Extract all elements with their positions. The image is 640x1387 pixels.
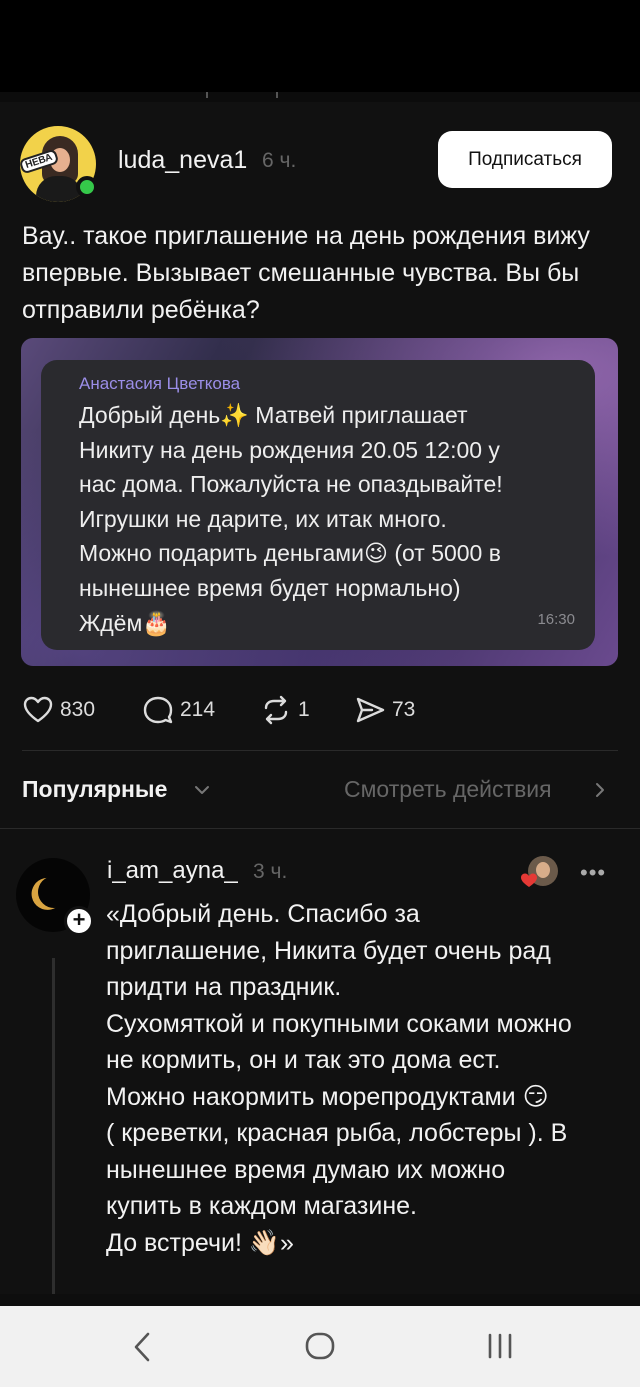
previous-content-edge: [0, 92, 640, 102]
recents-nav-icon[interactable]: [484, 1330, 516, 1362]
view-activity-link[interactable]: Смотреть действия: [344, 776, 552, 803]
share-icon: [356, 697, 385, 723]
chevron-down-icon[interactable]: [192, 780, 212, 800]
message-bubble: Анастасия Цветкова Добрый день✨ Матвей п…: [41, 360, 595, 650]
divider: [0, 828, 640, 829]
author-username[interactable]: luda_neva1: [118, 146, 247, 175]
commenter-username[interactable]: i_am_ayna_: [107, 857, 238, 885]
content-edge: [0, 1294, 640, 1306]
sort-dropdown[interactable]: Популярные: [22, 776, 167, 803]
repost-button[interactable]: 1: [260, 690, 310, 730]
system-nav-bar: [0, 1306, 640, 1387]
thread-line: [52, 958, 55, 1294]
moon-icon: [35, 873, 72, 910]
avatar-body: [36, 176, 82, 202]
comment-button[interactable]: 214: [142, 690, 215, 730]
subscribe-button[interactable]: Подписаться: [438, 131, 612, 188]
comment-time: 3 ч.: [253, 860, 288, 883]
comment-count: 214: [180, 698, 216, 721]
comment-text: «Добрый день. Спасибо за приглашение, Ни…: [106, 900, 572, 1257]
comment-icon: [143, 696, 173, 724]
online-indicator: [76, 176, 98, 198]
message-text: Добрый день✨ Матвей приглашает Никиту на…: [79, 402, 503, 636]
share-count: 73: [392, 698, 416, 721]
like-button[interactable]: 830: [22, 690, 95, 730]
follow-plus-button[interactable]: +: [64, 906, 94, 936]
divider: [22, 750, 618, 751]
home-nav-icon[interactable]: [304, 1330, 336, 1362]
heart-icon: [23, 696, 53, 723]
liked-heart-icon: [521, 873, 537, 887]
post-time: 6 ч.: [262, 149, 297, 172]
share-button[interactable]: 73: [354, 690, 415, 730]
post-actions: 830 214 1 73: [22, 690, 622, 730]
message-sender: Анастасия Цветкова: [79, 374, 241, 393]
back-nav-icon[interactable]: [128, 1328, 156, 1366]
repost-icon: [264, 695, 288, 725]
threads-post-screen: НЕВА luda_neva1 6 ч. Подписаться Вау.. т…: [0, 0, 640, 1387]
more-icon[interactable]: •••: [580, 860, 606, 886]
like-count: 830: [60, 698, 96, 721]
edge-mark: [206, 92, 208, 98]
chevron-right-icon[interactable]: [592, 780, 608, 800]
repost-count: 1: [298, 698, 310, 721]
edge-mark: [276, 92, 278, 98]
post-image[interactable]: Анастасия Цветкова Добрый день✨ Матвей п…: [21, 338, 618, 666]
message-time: 16:30: [537, 611, 575, 628]
post-text: Вау.. такое приглашение на день рождения…: [22, 222, 590, 324]
status-bar: [0, 0, 640, 92]
